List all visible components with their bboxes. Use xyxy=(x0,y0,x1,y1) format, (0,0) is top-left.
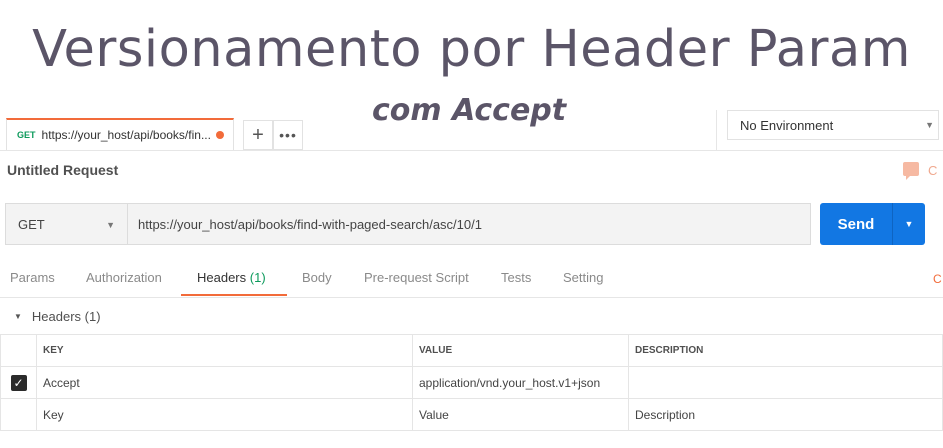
active-tab-indicator xyxy=(181,294,287,296)
column-header-value: VALUE xyxy=(412,334,629,367)
tab-headers[interactable]: Headers (1) xyxy=(197,270,266,285)
new-tab-button[interactable]: + xyxy=(243,120,273,150)
send-button[interactable]: Send ▼ xyxy=(820,203,925,245)
tab-body[interactable]: Body xyxy=(302,270,332,285)
tab-headers-label: Headers xyxy=(197,270,247,285)
tab-prerequest-script[interactable]: Pre-request Script xyxy=(364,270,469,285)
chevron-down-icon: ▼ xyxy=(925,120,934,130)
subtabs-divider xyxy=(0,297,943,298)
request-subtabs: Params Authorization Headers (1) Body Pr… xyxy=(0,270,943,297)
cookies-link[interactable]: C xyxy=(933,272,942,286)
row-check-cell-empty xyxy=(0,398,37,431)
comment-icon[interactable] xyxy=(903,162,919,180)
table-row: ✓ Accept application/vnd.your_host.v1+js… xyxy=(0,366,943,399)
chevron-down-icon: ▼ xyxy=(106,220,115,230)
url-value: https://your_host/api/books/find-with-pa… xyxy=(138,216,482,232)
headers-table: KEY VALUE DESCRIPTION ✓ Accept applicati… xyxy=(0,334,943,431)
request-title[interactable]: Untitled Request xyxy=(7,162,118,178)
slide-subtitle: com Accept xyxy=(372,93,567,128)
header-value-cell[interactable]: application/vnd.your_host.v1+json xyxy=(412,366,629,399)
header-check-cell xyxy=(0,334,37,367)
tab-settings[interactable]: Setting xyxy=(563,270,603,285)
method-value: GET xyxy=(18,216,45,232)
table-row-new: Key Value Description xyxy=(0,398,943,431)
comments-label[interactable]: C xyxy=(928,163,937,178)
env-divider xyxy=(716,110,717,150)
checkbox-checked-icon[interactable]: ✓ xyxy=(10,374,27,391)
request-tab[interactable]: GET https://your_host/api/books/fin... xyxy=(6,118,234,150)
environment-label: No Environment xyxy=(740,117,834,133)
column-header-key: KEY xyxy=(36,334,413,367)
headers-section-toggle[interactable]: ▼ Headers (1) xyxy=(14,309,101,324)
tab-params[interactable]: Params xyxy=(10,270,55,285)
chevron-down-icon[interactable]: ▼ xyxy=(893,219,925,229)
method-select[interactable]: GET ▼ xyxy=(5,203,127,245)
tabbar-divider xyxy=(0,150,943,151)
headers-section-title: Headers (1) xyxy=(31,309,101,324)
environment-select[interactable]: No Environment ▼ xyxy=(727,110,939,140)
new-key-input[interactable]: Key xyxy=(36,398,413,431)
caret-down-icon: ▼ xyxy=(14,312,22,321)
tab-authorization[interactable]: Authorization xyxy=(86,270,162,285)
new-value-input[interactable]: Value xyxy=(412,398,629,431)
send-label: Send xyxy=(837,215,875,233)
unsaved-dot-icon xyxy=(215,131,224,139)
header-description-cell[interactable] xyxy=(628,366,943,399)
tab-tests[interactable]: Tests xyxy=(501,270,531,285)
tab-url-label: https://your_host/api/books/fin... xyxy=(41,128,211,142)
column-header-description: DESCRIPTION xyxy=(628,334,943,367)
tab-method-label: GET xyxy=(17,130,36,140)
slide-title: Versionamento por Header Param xyxy=(32,20,911,79)
header-key-cell[interactable]: Accept xyxy=(36,366,413,399)
row-check-cell: ✓ xyxy=(0,366,37,399)
url-input[interactable]: https://your_host/api/books/find-with-pa… xyxy=(127,203,811,245)
more-tabs-button[interactable]: ••• xyxy=(273,120,303,150)
table-header-row: KEY VALUE DESCRIPTION xyxy=(0,334,943,367)
tab-headers-count: (1) xyxy=(249,270,266,285)
new-description-input[interactable]: Description xyxy=(628,398,943,431)
